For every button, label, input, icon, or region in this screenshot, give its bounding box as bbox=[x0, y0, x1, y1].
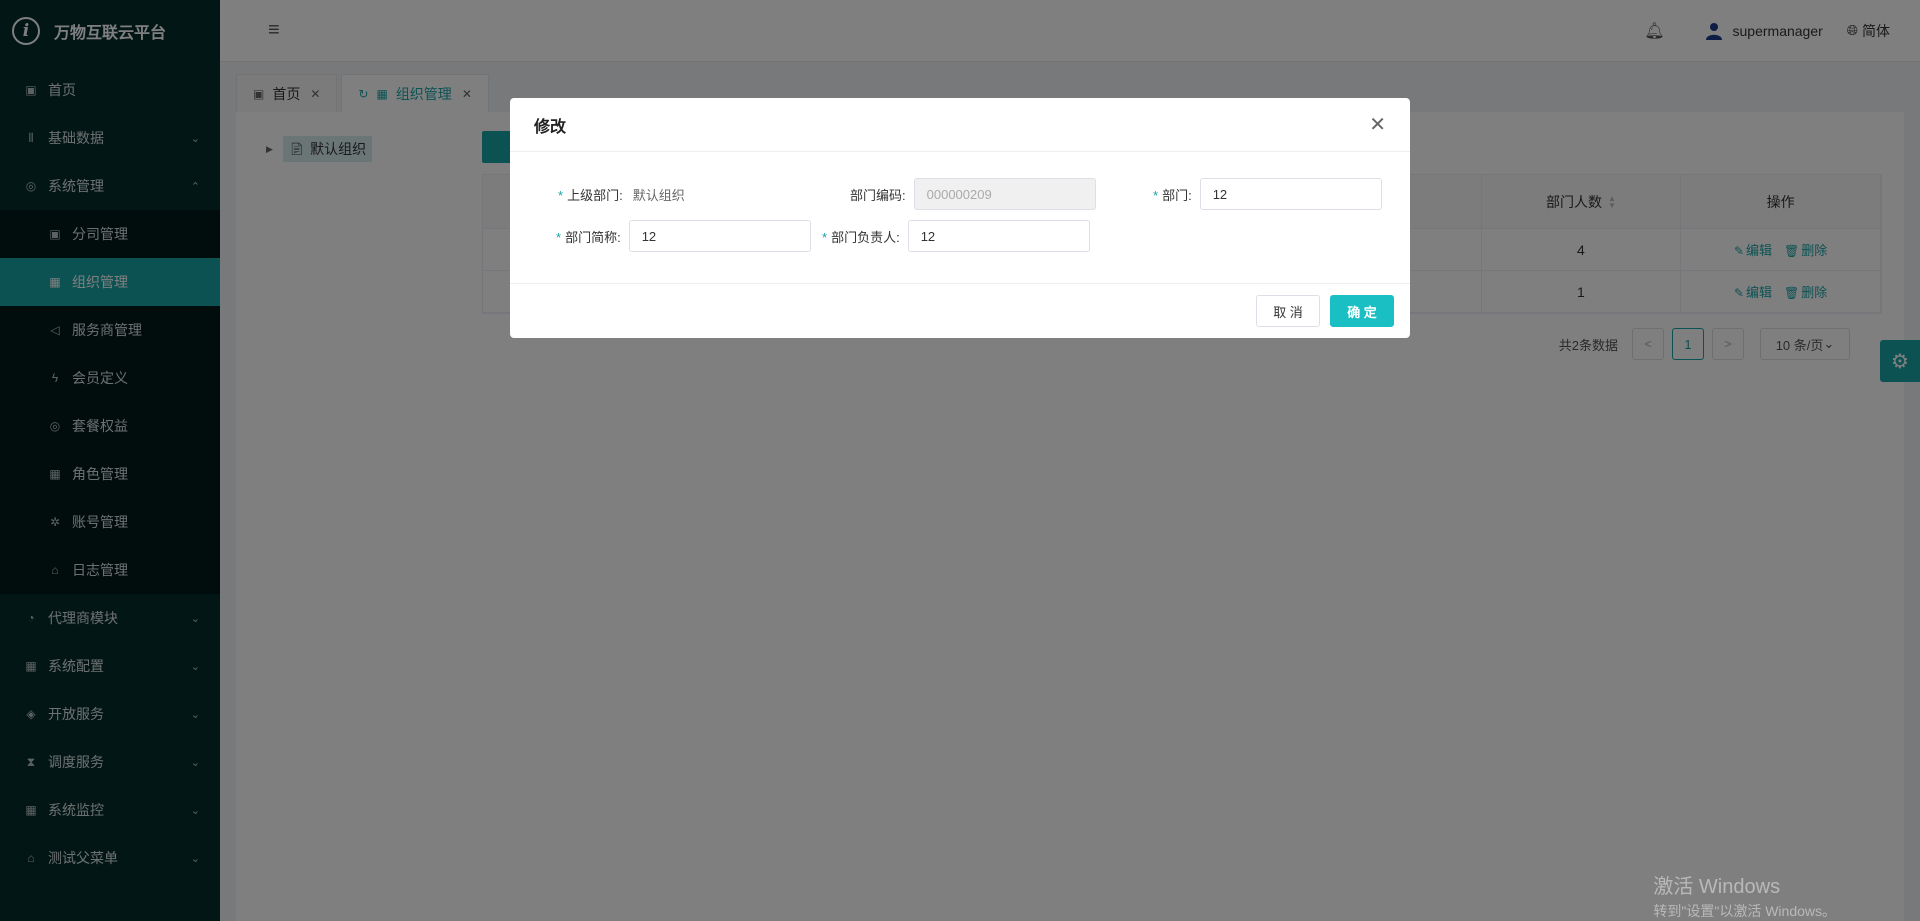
dept-code-field: 部门编码: bbox=[850, 178, 1096, 210]
field-label: * 部门负责人: bbox=[822, 229, 900, 245]
watermark-title: 激活 Windows bbox=[1653, 876, 1781, 898]
dept-code-input bbox=[913, 178, 1096, 210]
dialog-form: *上级部门: 默认组织 部门编码: *部门: *部门简称: *部门负责人: bbox=[510, 152, 1410, 284]
dept-short-field: * 部门简称: bbox=[556, 220, 811, 252]
field-label: 部门编码: bbox=[850, 187, 906, 203]
windows-activation-watermark: 激活 Windows 转到"设置"以激活 Windows。 bbox=[1653, 870, 1836, 921]
cancel-button[interactable]: 取 消 bbox=[1256, 295, 1320, 327]
dialog-footer: 取 消 确 定 bbox=[510, 284, 1410, 338]
parent-dept-field: * 上级部门: 默认组织 bbox=[558, 178, 685, 210]
dept-field: * 部门: bbox=[1153, 178, 1382, 210]
field-label: * 部门简称: bbox=[556, 229, 621, 245]
dept-head-input[interactable] bbox=[907, 220, 1090, 252]
dept-input[interactable] bbox=[1199, 178, 1382, 210]
parent-dept-value: 默认组织 bbox=[632, 187, 685, 203]
dialog-title: 修改 bbox=[534, 118, 567, 136]
dialog-header: 修改 ✕ bbox=[510, 98, 1410, 152]
field-label: * 上级部门: bbox=[558, 187, 623, 203]
close-icon[interactable]: ✕ bbox=[1369, 112, 1386, 137]
field-label: * 部门: bbox=[1153, 187, 1192, 203]
edit-dialog: 修改 ✕ *上级部门: 默认组织 部门编码: *部门: *部门简称: *部门负责… bbox=[510, 98, 1410, 338]
confirm-button[interactable]: 确 定 bbox=[1330, 295, 1394, 327]
watermark-subtitle: 转到"设置"以激活 Windows。 bbox=[1653, 903, 1836, 919]
dept-head-field: * 部门负责人: bbox=[822, 220, 1090, 252]
dept-short-input[interactable] bbox=[628, 220, 811, 252]
